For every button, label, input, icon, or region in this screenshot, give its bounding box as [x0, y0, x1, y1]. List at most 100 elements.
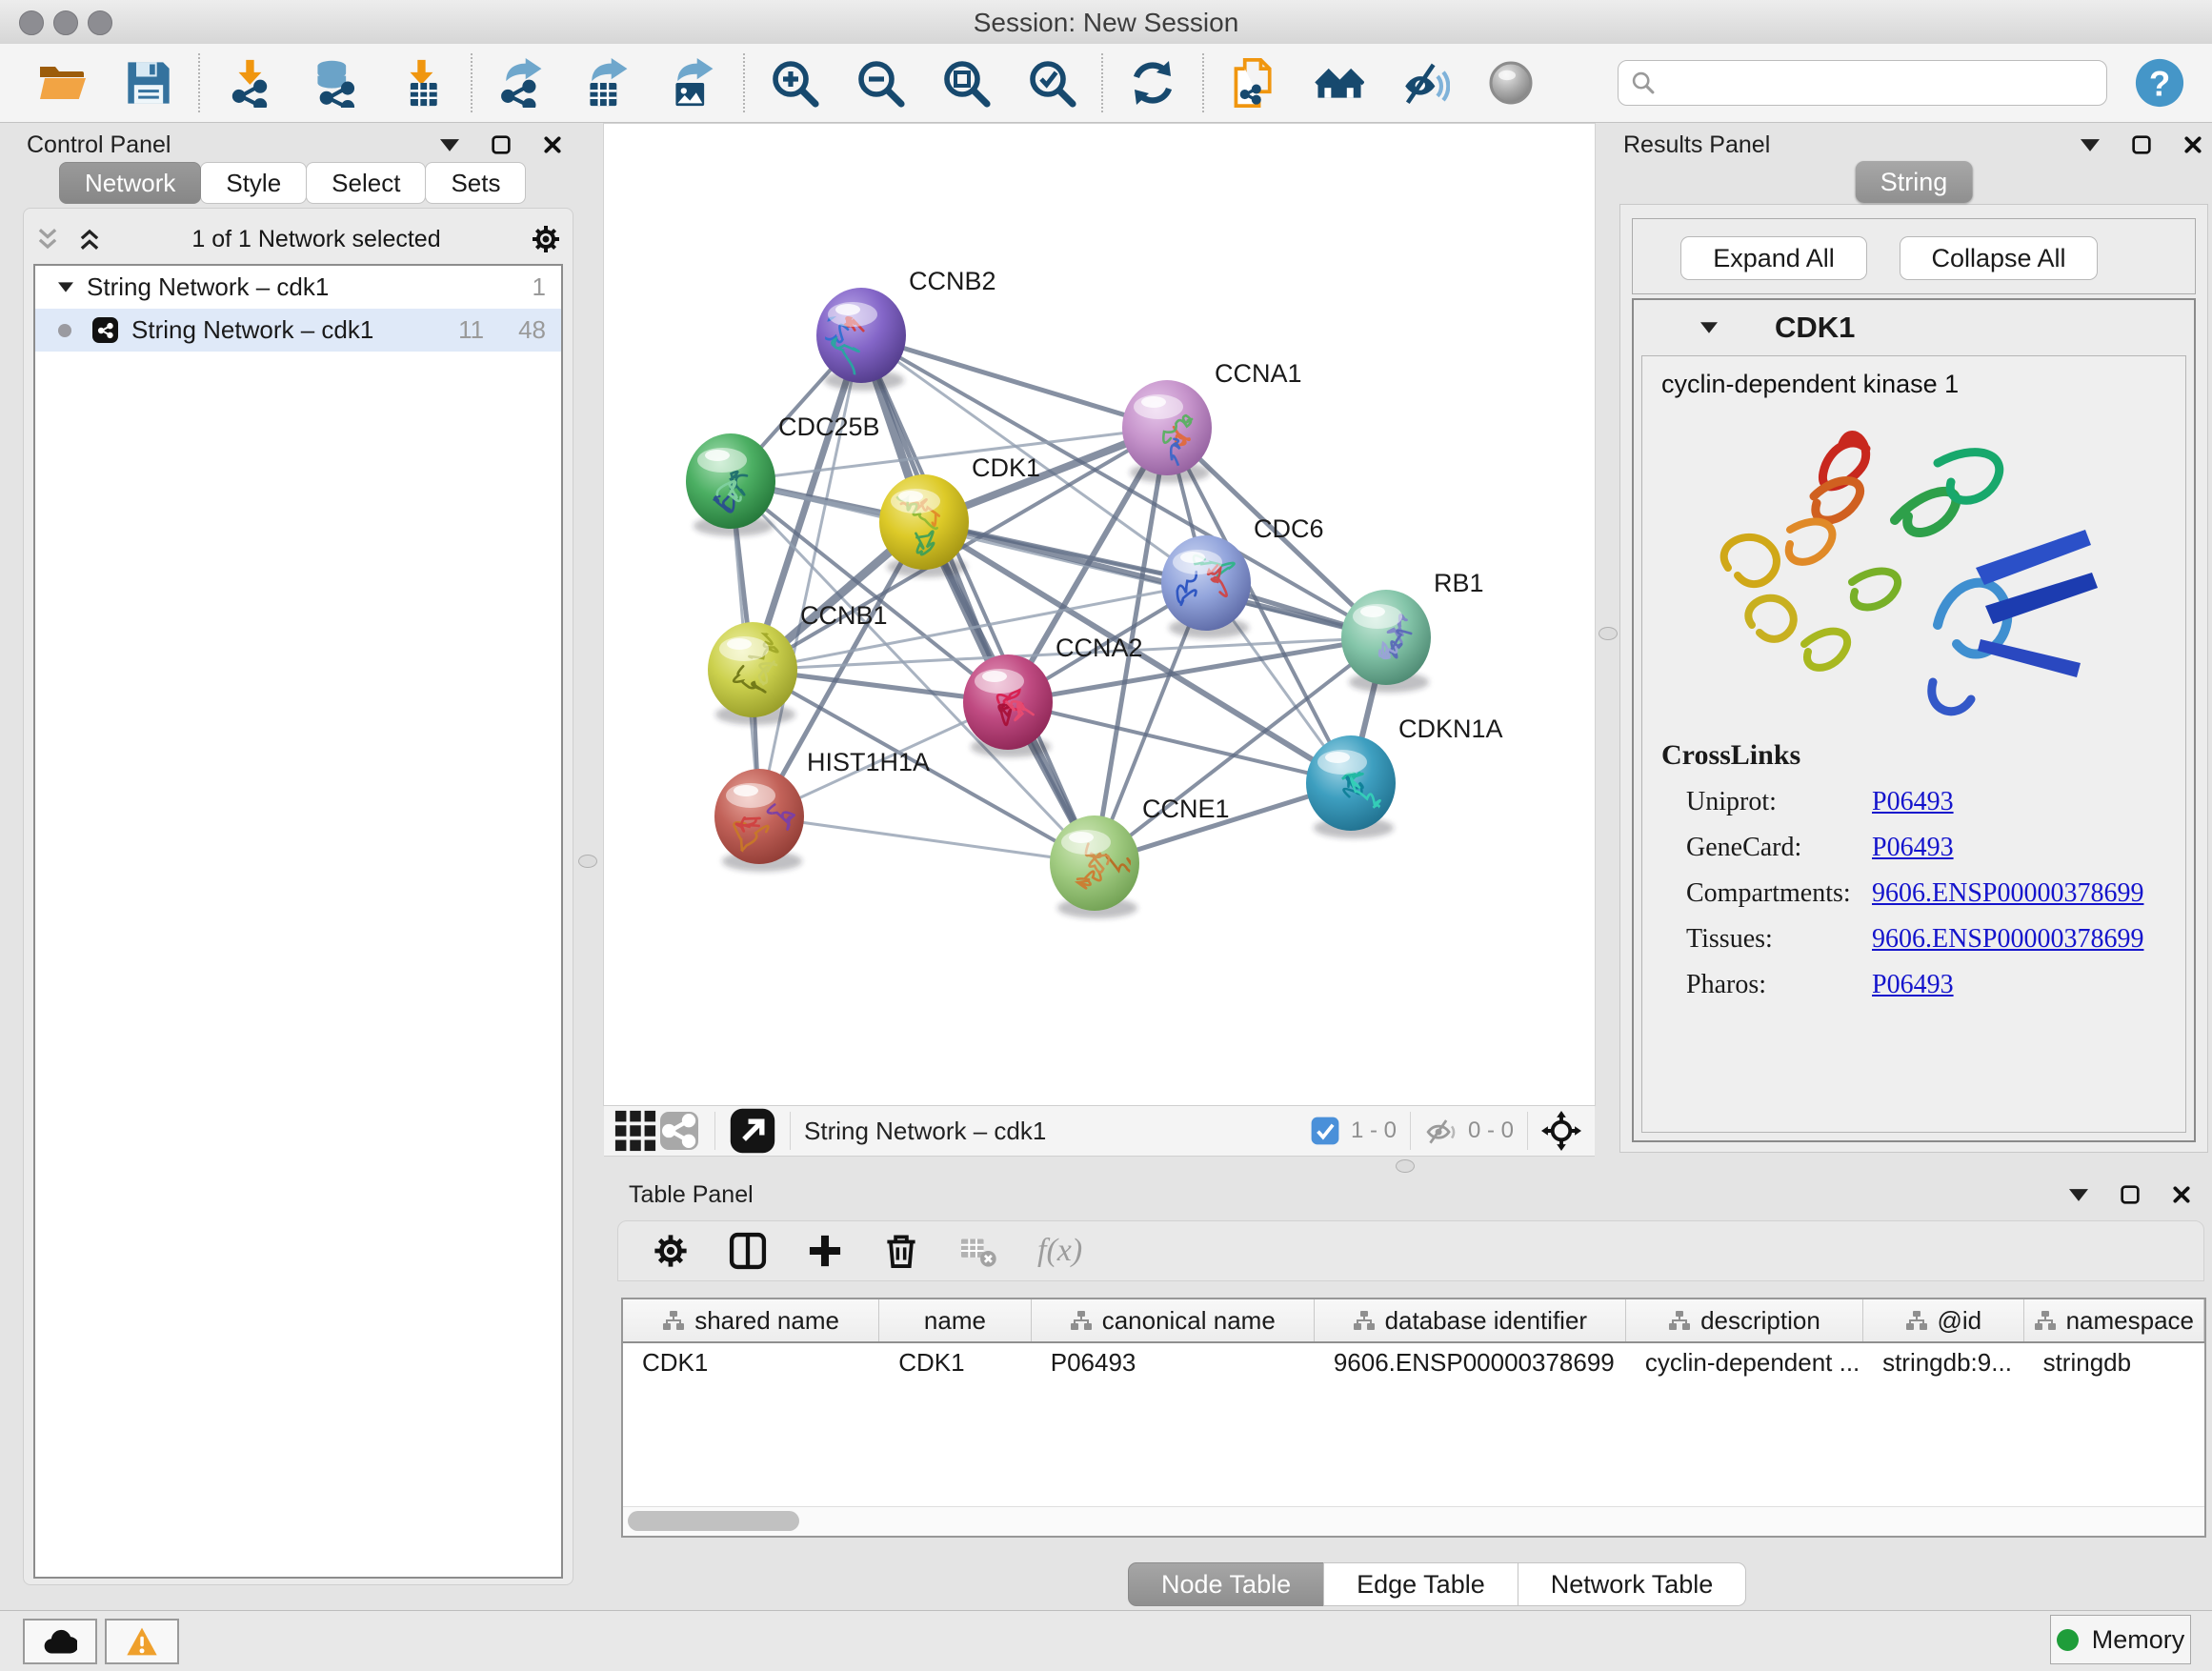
column-header-name[interactable]: name	[879, 1299, 1032, 1341]
close-panel-icon[interactable]	[543, 135, 562, 154]
inactive-eye-button[interactable]	[1484, 56, 1538, 110]
column-header-shared-name[interactable]: shared name	[623, 1299, 879, 1341]
table-row[interactable]: CDK1CDK1P064939606.ENSP00000378699cyclin…	[623, 1343, 2204, 1381]
crosslink-link[interactable]: 9606.ENSP00000378699	[1872, 878, 2143, 909]
edge-CCNB2-CCNA1[interactable]	[861, 335, 1167, 428]
search-box[interactable]	[1618, 60, 2107, 106]
cloud-status-button[interactable]	[23, 1619, 97, 1664]
network-collection-row[interactable]: String Network – cdk1 1	[35, 266, 561, 309]
expand-all-icon[interactable]	[77, 227, 102, 252]
export-table-button[interactable]	[581, 56, 634, 110]
collection-expand-icon[interactable]	[58, 282, 73, 292]
tab-string-results[interactable]: String	[1856, 161, 1973, 203]
save-session-button[interactable]	[122, 56, 175, 110]
float-panel-icon[interactable]	[492, 135, 511, 154]
import-network-from-database-button[interactable]	[309, 56, 362, 110]
expand-all-button[interactable]: Expand All	[1680, 236, 1867, 280]
hide-unhide-button[interactable]	[1398, 56, 1452, 110]
network-options-gear-icon[interactable]	[531, 224, 561, 254]
node-CCNB1[interactable]	[708, 622, 797, 725]
node-CCNA1[interactable]	[1122, 380, 1212, 483]
panel-menu-icon[interactable]	[440, 139, 459, 151]
zoom-selected-button[interactable]	[1025, 56, 1078, 110]
node-HIST1H1A[interactable]	[714, 769, 804, 872]
column-header--id[interactable]: @id	[1863, 1299, 2024, 1341]
edge-HIST1H1A-CCNE1[interactable]	[759, 816, 1095, 863]
float-panel-icon[interactable]	[2132, 135, 2151, 154]
column-header-canonical-name[interactable]: canonical name	[1032, 1299, 1315, 1341]
delete-table-icon[interactable]	[959, 1234, 997, 1268]
scrollbar-thumb[interactable]	[628, 1511, 799, 1531]
collapse-all-icon[interactable]	[35, 227, 60, 252]
node-CDK1[interactable]	[879, 474, 969, 577]
close-panel-icon[interactable]	[2183, 135, 2202, 154]
show-all-networks-button[interactable]	[1313, 56, 1366, 110]
node-CDC6[interactable]	[1161, 535, 1251, 638]
edge-CCNB2-HIST1H1A[interactable]	[759, 335, 861, 816]
help-button[interactable]: ?	[2134, 57, 2185, 109]
node-CDKN1A[interactable]	[1306, 735, 1396, 838]
warnings-button[interactable]	[105, 1619, 179, 1664]
cell-database-identifier[interactable]: 9606.ENSP00000378699	[1315, 1348, 1626, 1378]
show-columns-icon[interactable]	[729, 1232, 767, 1270]
cell-canonical-name[interactable]: P06493	[1032, 1348, 1315, 1378]
function-builder-button[interactable]: f(x)	[1037, 1233, 1082, 1269]
column-header-description[interactable]: description	[1626, 1299, 1863, 1341]
tab-node-table[interactable]: Node Table	[1128, 1562, 1324, 1606]
string-view-button[interactable]	[657, 1109, 701, 1153]
cell-namespace[interactable]: stringdb	[2024, 1348, 2204, 1378]
cell--id[interactable]: stringdb:9...	[1863, 1348, 2024, 1378]
pan-crosshair-icon[interactable]	[1541, 1111, 1581, 1151]
tab-select[interactable]: Select	[306, 162, 426, 204]
column-header-database-identifier[interactable]: database identifier	[1315, 1299, 1626, 1341]
import-network-button[interactable]	[223, 56, 276, 110]
table-horizontal-scrollbar[interactable]	[623, 1506, 2204, 1536]
import-table-button[interactable]	[394, 56, 448, 110]
tab-sets[interactable]: Sets	[425, 162, 526, 204]
close-panel-icon[interactable]	[2172, 1185, 2191, 1204]
tab-network[interactable]: Network	[59, 162, 201, 204]
crosslink-link[interactable]: P06493	[1872, 787, 1954, 817]
export-image-button[interactable]	[667, 56, 720, 110]
tab-network-table[interactable]: Network Table	[1518, 1562, 1747, 1606]
delete-column-icon[interactable]	[883, 1233, 919, 1269]
zoom-out-button[interactable]	[854, 56, 907, 110]
refresh-view-button[interactable]	[1126, 56, 1179, 110]
zoom-in-button[interactable]	[768, 56, 821, 110]
collapse-section-icon[interactable]	[1700, 322, 1718, 333]
crosslink-link[interactable]: 9606.ENSP00000378699	[1872, 924, 2143, 955]
collapse-all-button[interactable]: Collapse All	[1900, 236, 2098, 280]
node-CCNB2[interactable]	[816, 288, 906, 391]
export-network-button[interactable]	[495, 56, 549, 110]
crosslink-link[interactable]: P06493	[1872, 970, 1954, 1000]
tab-edge-table[interactable]: Edge Table	[1323, 1562, 1518, 1606]
cell-shared-name[interactable]: CDK1	[623, 1348, 879, 1378]
edge-CCNB2-CCNE1[interactable]	[861, 335, 1095, 863]
clone-network-button[interactable]	[1227, 56, 1280, 110]
cell-name[interactable]: CDK1	[879, 1348, 1032, 1378]
node-result-header[interactable]: CDK1	[1634, 300, 2194, 355]
crosslink-link[interactable]: P06493	[1872, 833, 1954, 863]
open-session-button[interactable]	[36, 56, 90, 110]
column-header-namespace[interactable]: namespace	[2024, 1299, 2204, 1341]
bottom-splitter-handle[interactable]	[1396, 1159, 1415, 1173]
add-column-icon[interactable]	[807, 1233, 843, 1269]
table-settings-gear-icon[interactable]	[653, 1233, 689, 1269]
zoom-fit-button[interactable]	[939, 56, 993, 110]
node-CCNA2[interactable]	[963, 654, 1053, 757]
left-splitter-handle[interactable]	[578, 855, 597, 868]
node-RB1[interactable]	[1341, 590, 1431, 693]
network-row[interactable]: String Network – cdk1 11 48	[35, 309, 561, 352]
memory-button[interactable]: Memory	[2050, 1615, 2191, 1664]
node-CDC25B[interactable]	[686, 433, 775, 536]
tab-style[interactable]: Style	[200, 162, 307, 204]
grid-view-button[interactable]	[613, 1109, 657, 1153]
open-in-window-button[interactable]	[729, 1107, 776, 1155]
cell-description[interactable]: cyclin-dependent ...	[1626, 1348, 1863, 1378]
panel-menu-icon[interactable]	[2081, 139, 2100, 151]
float-panel-icon[interactable]	[2121, 1185, 2140, 1204]
search-input[interactable]	[1657, 69, 2106, 97]
selected-checkbox-icon[interactable]	[1311, 1117, 1339, 1145]
hidden-eye-icon[interactable]	[1424, 1117, 1458, 1145]
panel-menu-icon[interactable]	[2069, 1189, 2088, 1201]
